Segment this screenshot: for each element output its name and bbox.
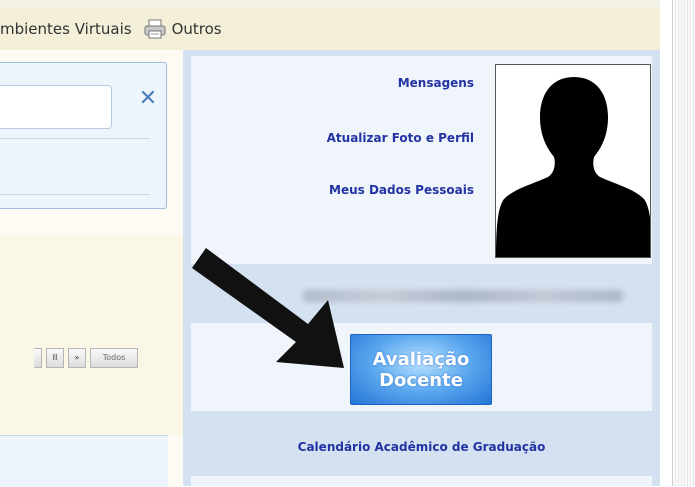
messages-link[interactable]: Mensagens bbox=[398, 76, 474, 90]
search-panel: ✕ bbox=[0, 62, 167, 209]
menu-ambientes-virtuais[interactable]: mbientes Virtuais bbox=[0, 20, 132, 38]
eval-button-line1: Avaliação bbox=[372, 348, 470, 370]
left-content-area: ✕ bbox=[0, 50, 183, 486]
personal-data-link[interactable]: Meus Dados Pessoais bbox=[329, 183, 474, 197]
pager-button-prev[interactable] bbox=[34, 348, 42, 368]
left-bottom-panel bbox=[0, 435, 168, 487]
printer-icon bbox=[144, 19, 166, 39]
profile-box: Mensagens Atualizar Foto e Perfil Meus D… bbox=[191, 56, 652, 264]
top-menu-bar: mbientes Virtuais Outros bbox=[0, 8, 660, 51]
academic-calendar-link[interactable]: Calendário Acadêmico de Graduação bbox=[191, 440, 652, 454]
eval-button-line2: Docente bbox=[379, 369, 463, 391]
pager-button-todos[interactable]: Todos bbox=[90, 348, 138, 368]
right-sidebar: Mensagens Atualizar Foto e Perfil Meus D… bbox=[183, 50, 660, 486]
blurred-user-name bbox=[303, 290, 623, 302]
page-gap bbox=[660, 0, 672, 486]
top-strip bbox=[0, 0, 660, 8]
user-silhouette-icon bbox=[496, 65, 650, 257]
evaluation-area: Avaliação Docente bbox=[191, 323, 652, 411]
content-area bbox=[0, 235, 183, 435]
calendar-bottom bbox=[191, 476, 652, 486]
pager-button-next[interactable]: » bbox=[68, 348, 86, 368]
divider bbox=[0, 138, 150, 139]
avaliacao-docente-button[interactable]: Avaliação Docente bbox=[350, 334, 492, 405]
pagination: II » Todos bbox=[34, 348, 138, 368]
pager-button-pause[interactable]: II bbox=[46, 348, 64, 368]
scrollbar-strip[interactable] bbox=[672, 0, 695, 486]
search-input[interactable] bbox=[0, 85, 112, 129]
menu-ambientes-label: mbientes Virtuais bbox=[0, 20, 132, 38]
divider bbox=[0, 194, 150, 195]
update-photo-profile-link[interactable]: Atualizar Foto e Perfil bbox=[327, 131, 474, 145]
menu-outros-label: Outros bbox=[171, 20, 222, 38]
calendar-section: Calendário Acadêmico de Graduação bbox=[191, 430, 652, 470]
menu-outros[interactable]: Outros bbox=[144, 19, 222, 39]
close-icon[interactable]: ✕ bbox=[136, 87, 160, 111]
profile-photo bbox=[495, 64, 651, 258]
